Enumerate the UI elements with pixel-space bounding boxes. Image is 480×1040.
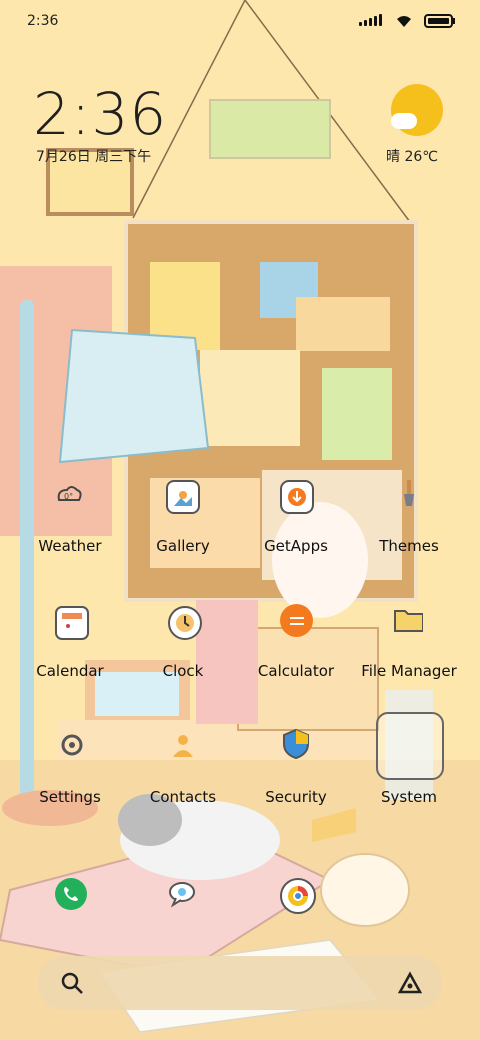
shield-icon xyxy=(281,728,311,760)
search-icon[interactable] xyxy=(60,971,84,995)
app-label: GetApps xyxy=(264,537,328,555)
folder-icon xyxy=(393,604,423,634)
browser-icon[interactable] xyxy=(280,878,316,914)
weather-icon: 0° xyxy=(53,478,85,510)
signal-icon xyxy=(359,14,382,26)
app-label: Settings xyxy=(39,788,101,806)
cloud-icon xyxy=(391,113,417,129)
app-label: Gallery xyxy=(156,537,210,555)
clock-widget-date: 7月26日 周三下午 xyxy=(36,149,152,165)
getapps-icon xyxy=(280,480,314,514)
app-label: Security xyxy=(265,788,327,806)
calendar-icon xyxy=(55,606,89,640)
status-bar: 2:36 xyxy=(0,0,480,40)
messages-icon[interactable] xyxy=(166,878,198,910)
app-label: Contacts xyxy=(149,788,217,806)
svg-text:0°: 0° xyxy=(64,492,73,501)
contacts-icon xyxy=(168,730,198,760)
battery-icon xyxy=(424,14,455,28)
app-label: Themes xyxy=(379,537,439,555)
app-label: Weather xyxy=(38,537,102,555)
clock-icon xyxy=(168,606,202,640)
settings-icon xyxy=(57,730,87,760)
gallery-icon xyxy=(166,480,200,514)
calculator-icon xyxy=(280,604,313,637)
wifi-icon xyxy=(397,16,411,27)
phone-icon[interactable] xyxy=(55,878,87,910)
weather-widget-text: 晴 26℃ xyxy=(386,149,438,165)
status-time: 2:36 xyxy=(27,13,59,29)
app-label: Calculator xyxy=(257,662,335,680)
clock-widget-time[interactable]: 2:36 xyxy=(33,80,167,148)
folder-icon xyxy=(376,712,444,780)
assistant-icon[interactable] xyxy=(398,971,422,995)
app-label: System xyxy=(381,788,437,806)
search-bar[interactable] xyxy=(38,956,442,1010)
app-label: Calendar xyxy=(36,662,104,680)
brush-icon xyxy=(394,478,424,508)
app-label: File Manager xyxy=(361,662,457,680)
app-label: Clock xyxy=(162,662,204,680)
